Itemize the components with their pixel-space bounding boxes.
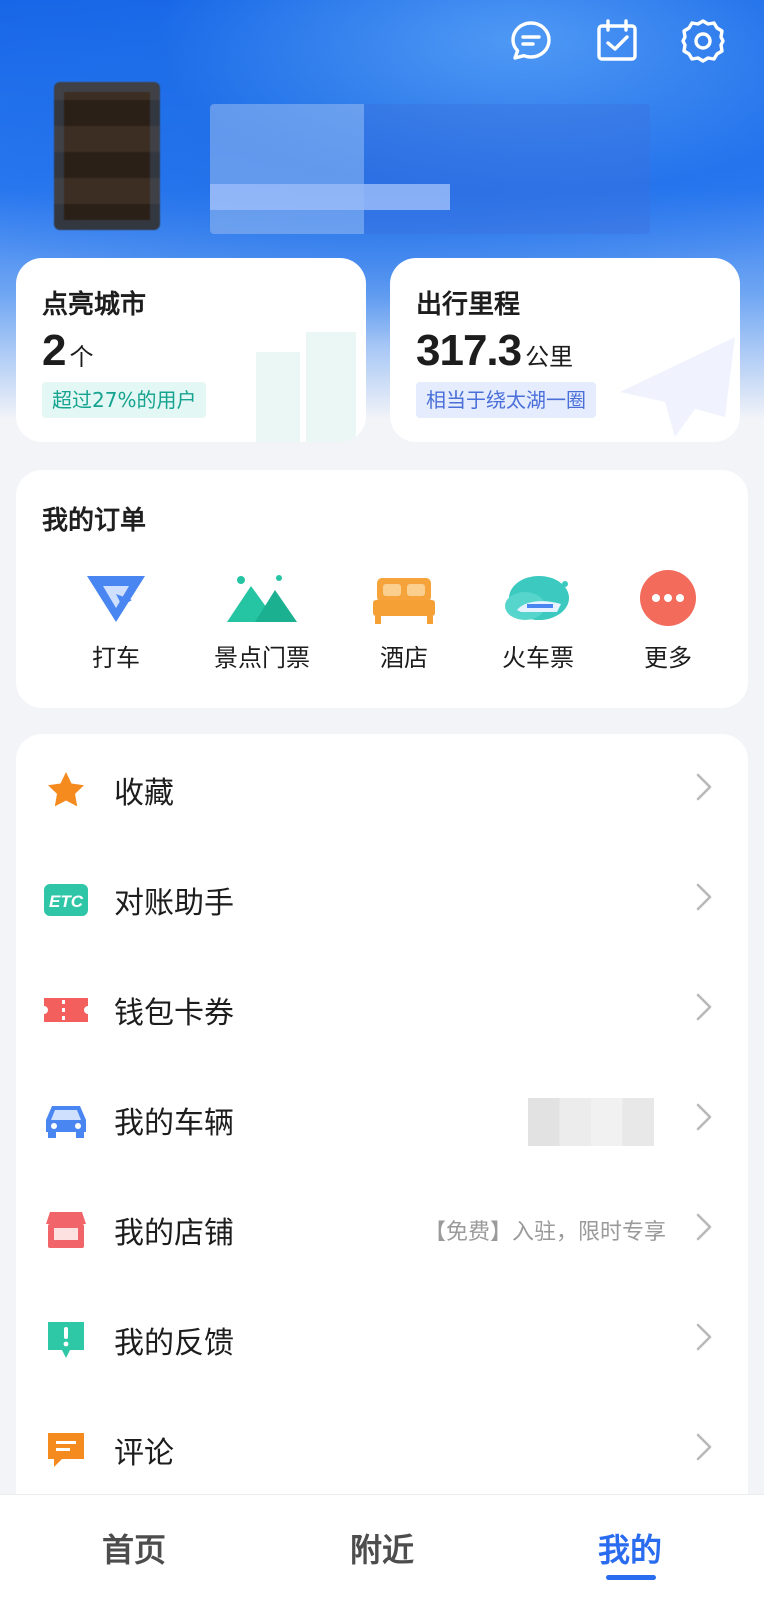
vehicle-plate-blurred: [528, 1098, 654, 1146]
travel-mileage-note: 相当于绕太湖一圈: [416, 382, 596, 418]
menu-label-my-store: 我的店铺: [114, 1216, 234, 1251]
my-orders-title: 我的订单: [42, 506, 147, 536]
chevron-right-icon: [696, 1433, 712, 1461]
my-orders-card: 我的订单 打车 景点门票 酒店 火车票 更多: [16, 470, 748, 708]
order-item-more[interactable]: 更多: [598, 568, 738, 673]
order-label-scenic-tickets: 景点门票: [214, 644, 310, 672]
mountain-icon: [227, 568, 297, 628]
menu-item-billing-assistant[interactable]: ETC 对账助手: [16, 844, 748, 954]
feedback-icon: [44, 1318, 88, 1362]
menu-item-wallet-coupons[interactable]: 钱包卡券: [16, 954, 748, 1064]
paper-plane-icon: [620, 337, 735, 437]
train-cloud-icon: [503, 568, 573, 628]
calendar-check-icon[interactable]: [594, 18, 640, 64]
store-promo-hint: 【免费】入驻，限时专享: [423, 1220, 666, 1245]
menu-label-wallet-coupons: 钱包卡券: [114, 996, 234, 1031]
travel-mileage-value-row: 317.3 公里: [416, 326, 573, 376]
more-dots-icon: [633, 568, 703, 628]
settings-icon[interactable]: [680, 18, 726, 64]
svg-text:ETC: ETC: [49, 892, 84, 911]
lit-cities-unit: 个: [69, 343, 94, 371]
header-actions: [508, 18, 726, 64]
comment-icon: [44, 1428, 88, 1472]
menu-label-my-vehicles: 我的车辆: [114, 1106, 234, 1141]
order-label-taxi: 打车: [92, 644, 140, 672]
chevron-right-icon: [696, 1213, 712, 1241]
lit-cities-value-row: 2 个: [42, 326, 93, 376]
user-info-blurred[interactable]: [210, 104, 650, 234]
menu-item-my-feedback[interactable]: 我的反馈: [16, 1284, 748, 1394]
menu-item-comments[interactable]: 评论: [16, 1394, 748, 1504]
menu-label-comments: 评论: [114, 1436, 174, 1471]
menu-item-my-store[interactable]: 我的店铺 【免费】入驻，限时专享: [16, 1174, 748, 1284]
travel-mileage-card[interactable]: 出行里程 317.3 公里 相当于绕太湖一圈: [390, 258, 740, 442]
star-icon: [44, 768, 88, 812]
tab-home[interactable]: 首页: [102, 1525, 166, 1571]
chevron-right-icon: [696, 993, 712, 1021]
ticket-icon: [44, 988, 88, 1032]
chevron-right-icon: [696, 1323, 712, 1351]
menu-label-billing-assistant: 对账助手: [114, 886, 234, 921]
bed-icon: [369, 568, 439, 628]
lit-cities-note: 超过27%的用户: [42, 382, 207, 418]
active-tab-indicator: [606, 1575, 656, 1580]
tab-nearby[interactable]: 附近: [350, 1525, 414, 1571]
message-icon[interactable]: [508, 18, 554, 64]
order-label-more: 更多: [644, 644, 692, 672]
tab-mine[interactable]: 我的: [598, 1525, 662, 1571]
menu-label-my-feedback: 我的反馈: [114, 1326, 234, 1361]
order-label-hotel: 酒店: [380, 644, 428, 672]
lit-cities-title: 点亮城市: [42, 290, 147, 320]
chevron-right-icon: [696, 883, 712, 911]
order-item-scenic-tickets[interactable]: 景点门票: [192, 568, 332, 673]
travel-mileage-title: 出行里程: [416, 290, 521, 320]
store-icon: [44, 1208, 88, 1252]
menu-item-my-vehicles[interactable]: 我的车辆: [16, 1064, 748, 1174]
avatar[interactable]: [54, 82, 160, 230]
car-icon: [44, 1098, 88, 1142]
travel-mileage-value: 317.3: [416, 326, 522, 375]
menu-label-favorites: 收藏: [114, 776, 174, 811]
travel-mileage-unit: 公里: [525, 343, 574, 371]
buildings-icon: [256, 332, 356, 442]
order-item-train-tickets[interactable]: 火车票: [468, 568, 608, 673]
order-item-hotel[interactable]: 酒店: [334, 568, 474, 673]
chevron-right-icon: [696, 773, 712, 801]
order-item-taxi[interactable]: 打车: [46, 568, 186, 673]
lit-cities-card[interactable]: 点亮城市 2 个 超过27%的用户: [16, 258, 366, 442]
taxi-icon: [81, 568, 151, 628]
chevron-right-icon: [696, 1103, 712, 1131]
bottom-tab-bar: 首页 附近 我的: [0, 1494, 764, 1601]
menu-list: 收藏 ETC 对账助手 钱包卡券 我的车辆 我的店铺 【免费】入驻，限时专享 我…: [16, 734, 748, 1514]
lit-cities-value: 2: [42, 326, 67, 375]
order-label-train-tickets: 火车票: [502, 644, 574, 672]
etc-icon: ETC: [44, 878, 88, 922]
menu-item-favorites[interactable]: 收藏: [16, 734, 748, 844]
